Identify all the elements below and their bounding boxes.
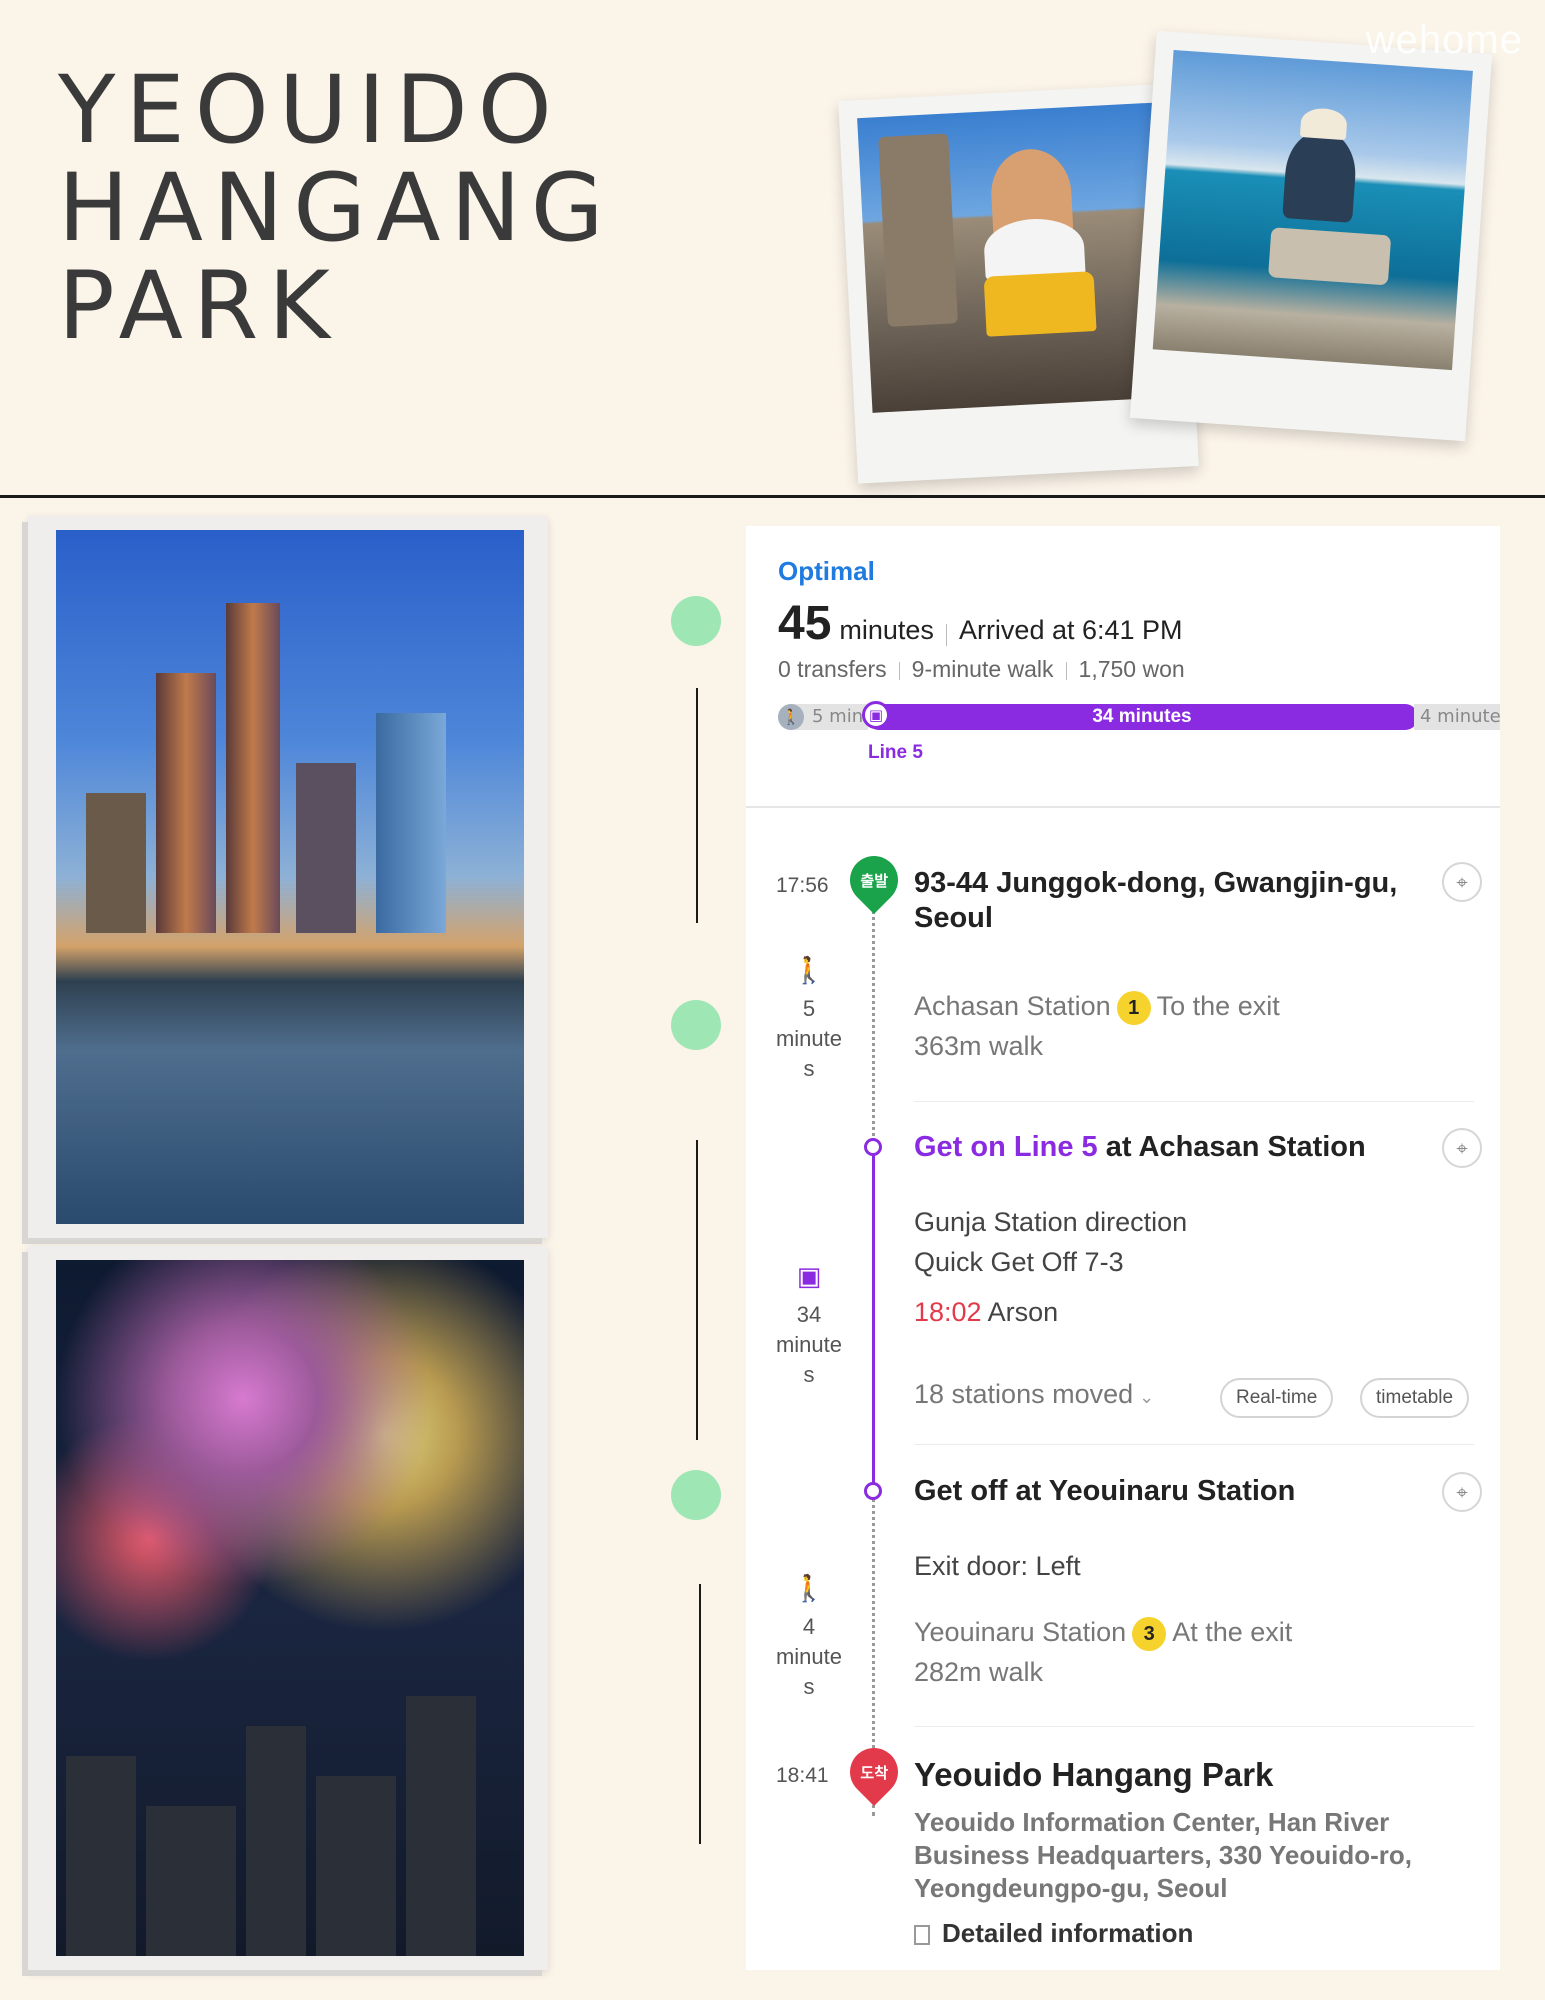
header-divider bbox=[0, 495, 1545, 498]
step-divider bbox=[914, 1101, 1474, 1102]
fare: 1,750 won bbox=[1078, 656, 1185, 682]
walk-distance-1: 363m walk bbox=[914, 1031, 1044, 1061]
board-station: at Achasan Station bbox=[1105, 1131, 1366, 1163]
map-pin-button[interactable]: ⌖ bbox=[1442, 862, 1482, 902]
walk-distance-2: 282m walk bbox=[914, 1657, 1044, 1687]
title-line-2: HANGANG bbox=[58, 154, 614, 263]
departure-time: 18:02 bbox=[914, 1297, 982, 1327]
subway-icon: ▣ bbox=[796, 1262, 822, 1292]
line-name: Get on Line 5 bbox=[914, 1131, 1098, 1163]
stations-moved-text: 18 stations moved bbox=[914, 1379, 1134, 1409]
departure-info: 18:02 Arson bbox=[914, 1292, 1058, 1332]
exit-text: To the exit bbox=[1156, 991, 1280, 1021]
start-pin-icon: 출발 bbox=[840, 846, 908, 914]
timeline-line-3 bbox=[699, 1584, 701, 1844]
duration-unit: minutes bbox=[839, 615, 934, 645]
alight-node-icon bbox=[864, 1482, 882, 1500]
start-time: 17:56 bbox=[776, 874, 829, 897]
duration-value: 45 bbox=[778, 597, 832, 650]
separator bbox=[945, 623, 947, 646]
walking-icon: 🚶 bbox=[778, 704, 804, 730]
route-progress-bar: 5 min 🚶 34 minutes ▣ 4 minute bbox=[778, 701, 1500, 730]
traveler-by-sea-photo bbox=[1152, 49, 1473, 371]
board-title: Get on Line 5 at Achasan Station bbox=[914, 1130, 1366, 1165]
station-name: Yeouinaru Station bbox=[914, 1617, 1127, 1647]
stations-moved-toggle[interactable]: 18 stations moved ⌄ bbox=[914, 1374, 1154, 1417]
timeline-dot-2 bbox=[671, 1000, 721, 1050]
card-divider bbox=[746, 806, 1500, 808]
timeline-line-1 bbox=[696, 688, 698, 923]
skyline-photo-frame bbox=[28, 516, 548, 1238]
title-line-1: YEOUIDO bbox=[58, 56, 562, 165]
step-divider bbox=[914, 1726, 1474, 1727]
subway-duration: 34 minute s bbox=[775, 1302, 843, 1387]
route-summary: 45 minutes Arrived at 6:41 PM bbox=[778, 596, 1183, 651]
start-pin-label: 출발 bbox=[860, 871, 888, 890]
timeline-dot-1 bbox=[671, 596, 721, 646]
arrival-time: Arrived at 6:41 PM bbox=[958, 615, 1183, 645]
line5-connector bbox=[872, 1146, 875, 1491]
title-line-3: PARK bbox=[58, 252, 340, 361]
brand-logo: wehome bbox=[1365, 18, 1523, 62]
walking-icon: 🚶 bbox=[792, 956, 826, 986]
map-pin-button[interactable]: ⌖ bbox=[1442, 1472, 1482, 1512]
end-pin-label: 도착 bbox=[860, 1763, 888, 1782]
end-time: 18:41 bbox=[776, 1764, 829, 1787]
detailed-info-link[interactable]: Detailed information bbox=[914, 1918, 1193, 1949]
board-node-icon bbox=[864, 1138, 882, 1156]
walking-icon: 🚶 bbox=[792, 1574, 826, 1604]
walk-duration-1: 5 minute s bbox=[775, 996, 843, 1081]
station-name: Achasan Station bbox=[914, 991, 1111, 1021]
start-address: 93-44 Junggok-dong, Gwangjin-gu, Seoul bbox=[914, 867, 1398, 934]
exit-badge: 3 bbox=[1132, 1616, 1167, 1651]
yeouido-skyline-sunset-photo bbox=[56, 530, 524, 1224]
exit-text: At the exit bbox=[1172, 1617, 1293, 1647]
timetable-button[interactable]: timetable bbox=[1360, 1378, 1470, 1418]
route-card: Optimal 45 minutes Arrived at 6:41 PM 0 tr… bbox=[746, 526, 1500, 1970]
fireworks-night-photo bbox=[56, 1260, 524, 1956]
route-type-label: Optimal bbox=[778, 556, 875, 586]
transfers-count: 0 transfers bbox=[778, 656, 887, 682]
walk-segment-end: 4 minute bbox=[1414, 704, 1500, 730]
walk-duration-2: 4 minute s bbox=[775, 1614, 843, 1699]
detailed-info-text: Detailed information bbox=[942, 1918, 1194, 1948]
document-icon bbox=[914, 1925, 930, 1946]
polaroid-photo-traveler bbox=[1129, 30, 1493, 442]
page-title: YEOUIDO HANGANG PARK bbox=[58, 62, 618, 356]
alight-title: Get off at Yeouinaru Station bbox=[914, 1475, 1296, 1507]
subway-segment: 34 minutes bbox=[866, 704, 1418, 730]
chevron-down-icon: ⌄ bbox=[1139, 1387, 1155, 1407]
route-meta: 0 transfers 9-minute walk 1,750 won bbox=[778, 656, 1185, 683]
line-label: Line 5 bbox=[868, 742, 923, 763]
walk-time: 9-minute walk bbox=[911, 656, 1054, 682]
fireworks-photo-frame bbox=[28, 1246, 548, 1970]
timeline-dot-3 bbox=[671, 1470, 721, 1520]
end-pin-icon: 도착 bbox=[840, 1738, 908, 1806]
departure-note: Arson bbox=[987, 1297, 1059, 1327]
separator bbox=[898, 661, 900, 680]
woman-in-city-photo bbox=[857, 102, 1178, 413]
exit-door-text: Exit door: Left bbox=[914, 1551, 1081, 1581]
timeline-line-2 bbox=[696, 1140, 698, 1440]
subway-icon: ▣ bbox=[862, 701, 890, 729]
direction-text: Gunja Station direction bbox=[914, 1207, 1188, 1237]
destination-name: Yeouido Hangang Park bbox=[914, 1756, 1274, 1793]
map-pin-button[interactable]: ⌖ bbox=[1442, 1128, 1482, 1168]
quick-off-text: Quick Get Off 7-3 bbox=[914, 1247, 1124, 1277]
destination-address: Yeouido Information Center, Han River Bu… bbox=[914, 1807, 1413, 1903]
realtime-button[interactable]: Real-time bbox=[1220, 1378, 1334, 1418]
walk-instruction-1: Achasan Station 1 To the exit bbox=[914, 986, 1280, 1026]
separator bbox=[1065, 661, 1067, 680]
walk-instruction-2: Yeouinaru Station 3 At the exit bbox=[914, 1612, 1292, 1652]
exit-badge: 1 bbox=[1116, 990, 1151, 1025]
step-divider bbox=[914, 1444, 1474, 1445]
